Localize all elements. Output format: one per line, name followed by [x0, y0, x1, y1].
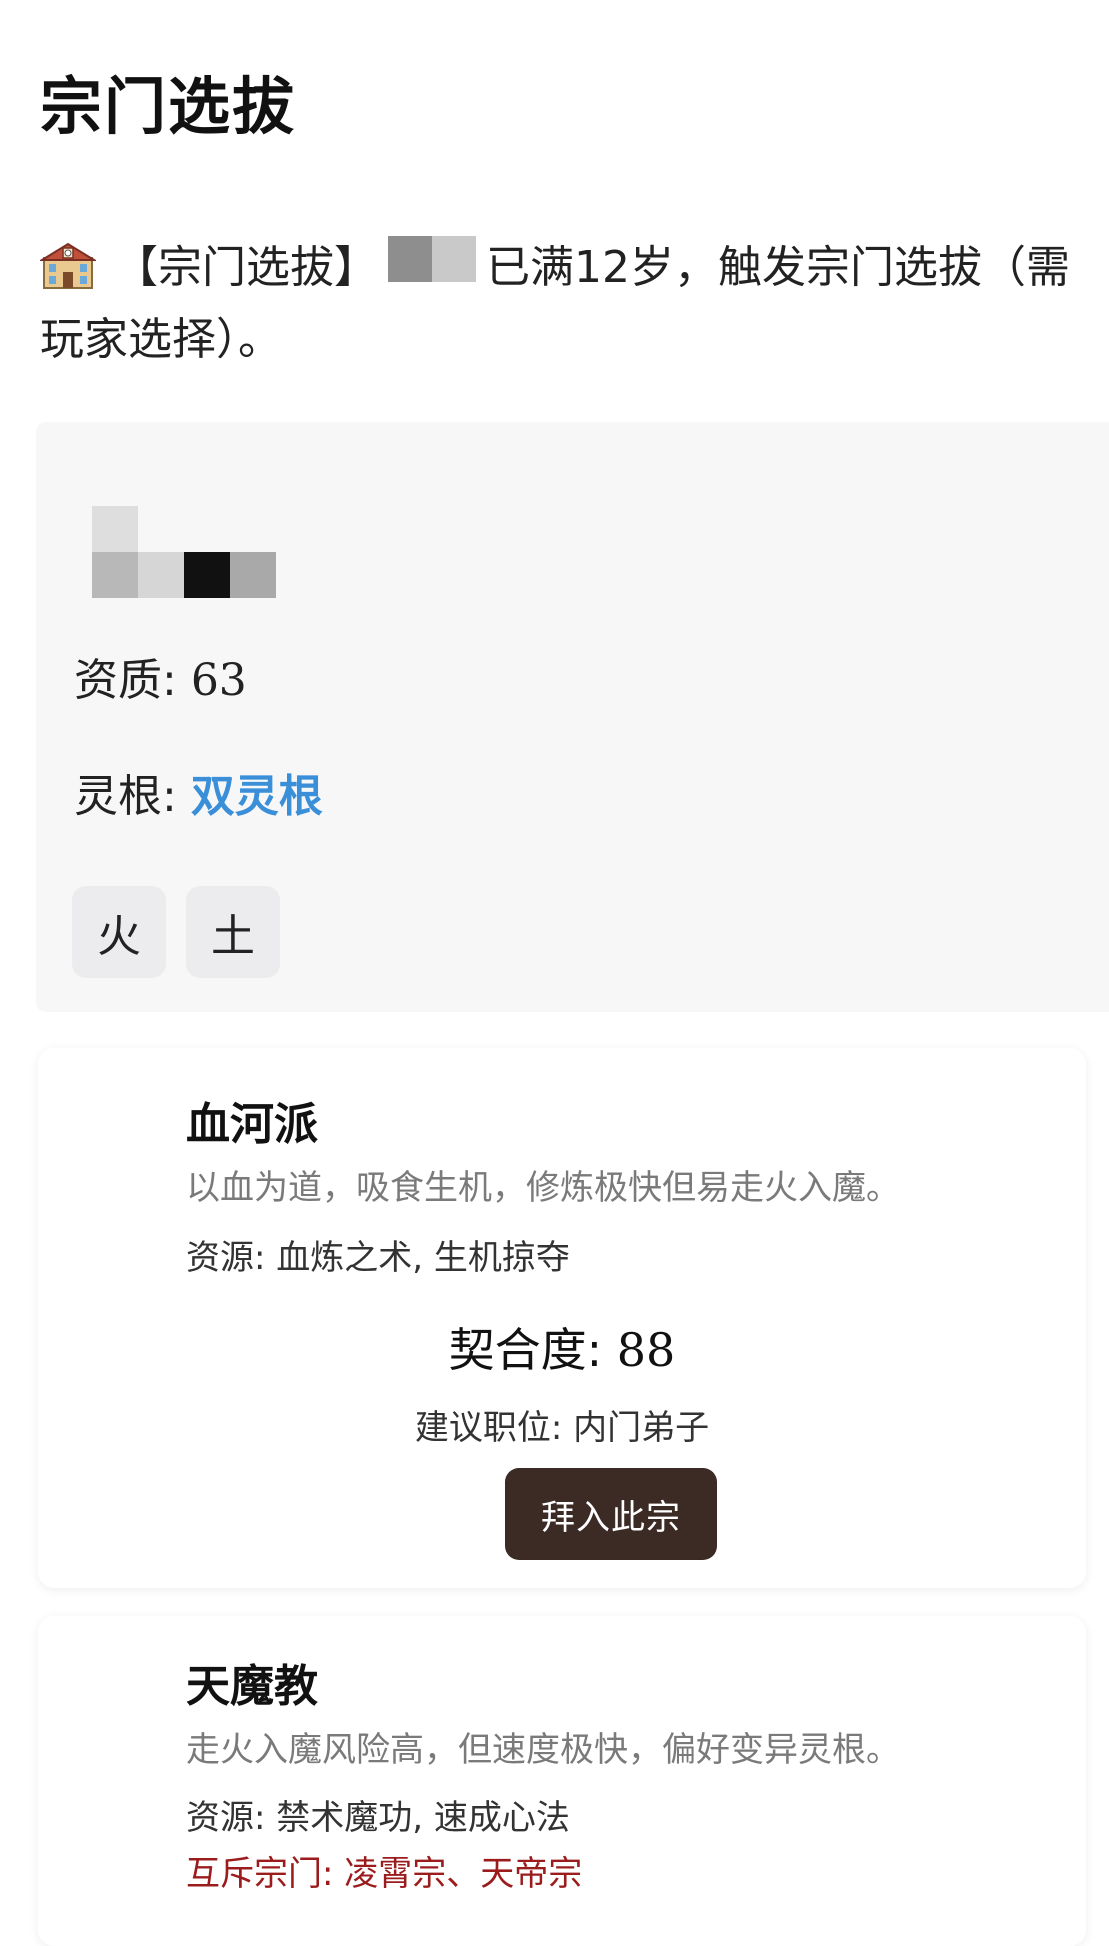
event-tag: 【宗门选拔】	[114, 242, 378, 293]
page-title: 宗门选拔	[40, 70, 297, 143]
sect-description: 以血为道，吸食生机，修炼极快但易走火入魔。	[186, 1168, 900, 1208]
sect-name: 天魔教	[186, 1661, 318, 1712]
element-chip-fire: 火	[72, 886, 166, 978]
match-value: 88	[616, 1323, 676, 1377]
profile-card: 资质: 63 灵根: 双灵根 火 土	[36, 422, 1109, 1012]
aptitude-label: 资质	[74, 655, 162, 706]
sect-card-tianmo: 天魔教 走火入魔风险高，但速度极快，偏好变异灵根。 资源: 禁术魔功, 速成心法…	[38, 1616, 1086, 1946]
blurred-name	[388, 236, 476, 282]
aptitude-row: 资质: 63	[74, 655, 247, 706]
sect-resources: 资源: 禁术魔功, 速成心法	[186, 1798, 570, 1838]
aptitude-value: 63	[190, 655, 247, 706]
exclusive-label: 互斥宗门	[186, 1854, 322, 1894]
exclusive-value: 凌霄宗、天帝宗	[344, 1854, 583, 1894]
sect-exclusive: 互斥宗门: 凌霄宗、天帝宗	[186, 1854, 583, 1894]
resources-label: 资源	[186, 1238, 254, 1278]
sect-resources: 资源: 血炼之术, 生机掠夺	[186, 1238, 570, 1278]
join-sect-button[interactable]: 拜入此宗	[505, 1468, 717, 1560]
event-message: 【宗门选拔】 已满12岁，触发宗门选拔（需玩家选择）。	[40, 232, 1080, 376]
blurred-avatar	[92, 506, 276, 598]
resources-value: 禁术魔功, 速成心法	[276, 1798, 570, 1838]
spirit-root-label: 灵根	[74, 771, 162, 822]
suggested-role: 建议职位: 内门弟子	[414, 1408, 710, 1448]
spirit-root-value: 双灵根	[190, 771, 323, 822]
role-label: 建议职位	[414, 1408, 551, 1448]
role-value: 内门弟子	[573, 1408, 710, 1448]
resources-label: 资源	[186, 1798, 254, 1838]
element-chip-earth: 土	[186, 886, 280, 978]
match-label: 契合度	[448, 1323, 587, 1377]
school-building-icon	[40, 242, 96, 289]
match-score: 契合度: 88	[448, 1323, 676, 1377]
spirit-root-row: 灵根: 双灵根	[74, 771, 323, 822]
sect-description: 走火入魔风险高，但速度极快，偏好变异灵根。	[186, 1730, 900, 1770]
resources-value: 血炼之术, 生机掠夺	[276, 1238, 570, 1278]
sect-card-xuehe: 血河派 以血为道，吸食生机，修炼极快但易走火入魔。 资源: 血炼之术, 生机掠夺…	[38, 1048, 1086, 1588]
sect-name: 血河派	[186, 1099, 318, 1150]
